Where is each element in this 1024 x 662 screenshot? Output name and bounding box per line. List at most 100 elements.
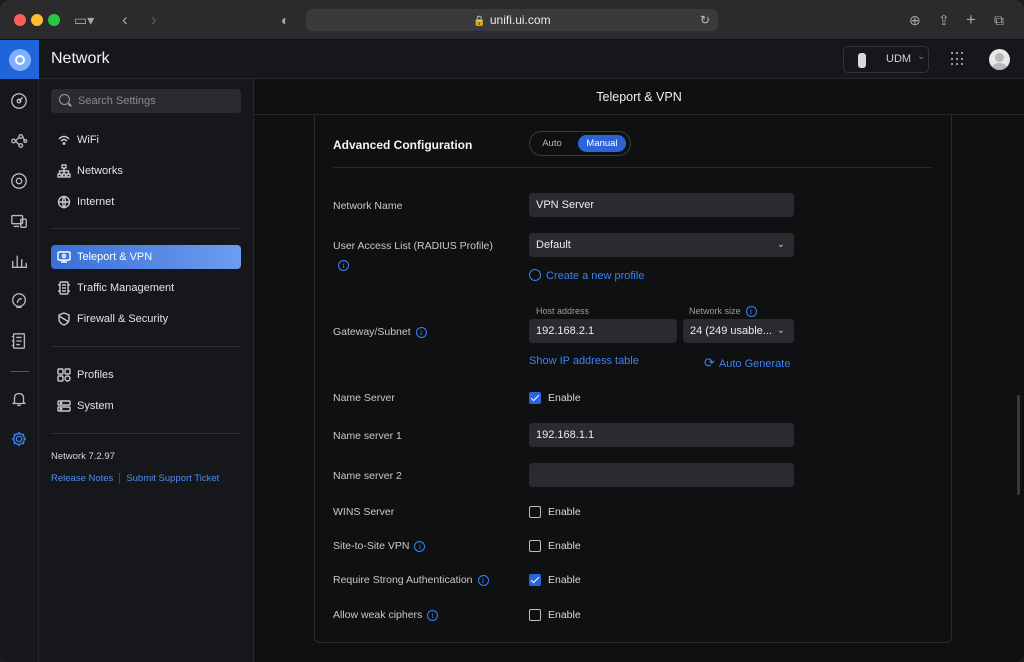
client-devices-icon[interactable] bbox=[9, 211, 29, 231]
icon-rail bbox=[0, 79, 39, 662]
chevron-down-icon: ⌄ bbox=[776, 325, 785, 336]
back-arrow-icon[interactable]: ‹ bbox=[122, 10, 128, 30]
info-icon[interactable]: i bbox=[414, 540, 426, 552]
sidebar-item-profiles[interactable]: Profiles bbox=[51, 363, 241, 387]
reload-icon[interactable]: ↻ bbox=[700, 9, 710, 31]
sidebar-item-label: System bbox=[77, 400, 114, 412]
info-icon[interactable]: i bbox=[427, 609, 439, 621]
mode-manual-option[interactable]: Manual bbox=[578, 135, 626, 152]
release-notes-link[interactable]: Release Notes bbox=[51, 473, 113, 484]
info-icon[interactable]: i bbox=[477, 574, 489, 586]
weak-ciphers-enable-label: Enable bbox=[548, 609, 581, 621]
maximize-window-button[interactable] bbox=[48, 14, 60, 26]
gear-icon[interactable] bbox=[9, 429, 29, 449]
chevron-down-icon: ⌄ bbox=[917, 51, 926, 62]
sidebar-item-system[interactable]: System bbox=[51, 394, 241, 418]
name-server-2-label: Name server 2 bbox=[333, 470, 402, 482]
wifi-icon bbox=[57, 133, 71, 147]
sidebar-item-networks[interactable]: Networks bbox=[51, 159, 241, 183]
wins-server-label: WINS Server bbox=[333, 506, 395, 518]
page-title: Teleport & VPN bbox=[254, 79, 1024, 115]
mode-auto-option[interactable]: Auto bbox=[536, 135, 568, 152]
network-name-label: Network Name bbox=[333, 200, 403, 212]
bell-icon[interactable] bbox=[9, 389, 29, 409]
wins-server-enable-label: Enable bbox=[548, 506, 581, 518]
user-access-select[interactable]: Default ⌄ bbox=[529, 233, 794, 257]
network-name-field[interactable]: VPN Server bbox=[529, 193, 794, 217]
sidebar-item-label: WiFi bbox=[77, 134, 99, 146]
show-ip-table-link[interactable]: Show IP address table bbox=[529, 355, 639, 367]
minimize-window-button[interactable] bbox=[31, 14, 43, 26]
footer-links: Release Notes Submit Support Ticket bbox=[51, 473, 219, 484]
privacy-shield-icon[interactable]: ◐ bbox=[281, 10, 289, 30]
insights-icon[interactable] bbox=[9, 291, 29, 311]
auto-generate-button[interactable]: ⟳ Auto Generate bbox=[704, 355, 790, 371]
device-icon bbox=[858, 53, 866, 68]
forward-arrow-icon[interactable]: › bbox=[151, 10, 157, 30]
url-text: unifi.ui.com bbox=[489, 13, 551, 27]
rail-divider bbox=[10, 371, 29, 372]
new-tab-icon[interactable]: + bbox=[966, 10, 976, 30]
sidebar-item-internet[interactable]: Internet bbox=[51, 190, 241, 214]
networks-icon bbox=[57, 164, 71, 178]
app-window: ▭▾ ‹ › ◐ 🔒 unifi.ui.com ↻ ⊕ ⇪ + ⧉ Network… bbox=[0, 0, 1024, 662]
download-icon[interactable]: ⊕ bbox=[909, 10, 921, 30]
weak-ciphers-checkbox[interactable] bbox=[529, 609, 541, 621]
unifi-logo[interactable] bbox=[0, 40, 39, 79]
sidebar-divider bbox=[51, 433, 241, 434]
info-icon[interactable]: i bbox=[415, 326, 427, 338]
site-to-site-enable-label: Enable bbox=[548, 540, 581, 552]
name-server-checkbox[interactable] bbox=[529, 392, 541, 404]
site-to-site-checkbox[interactable] bbox=[529, 540, 541, 552]
sidebar-item-teleport-vpn[interactable]: Teleport & VPN bbox=[51, 245, 241, 269]
name-server-1-field[interactable]: 192.168.1.1 bbox=[529, 423, 794, 447]
network-size-label: Network size i bbox=[689, 306, 757, 318]
device-selector[interactable]: UDM ⌄ bbox=[843, 46, 929, 73]
sidebar-toggle-icon[interactable]: ▭▾ bbox=[74, 10, 94, 30]
lock-icon: 🔒 bbox=[473, 16, 486, 27]
search-box[interactable] bbox=[51, 89, 241, 113]
sidebar-item-firewall-security[interactable]: Firewall & Security bbox=[51, 307, 241, 331]
sidebar-item-label: Networks bbox=[77, 165, 123, 177]
address-bar[interactable]: 🔒 unifi.ui.com ↻ bbox=[306, 9, 718, 31]
logs-icon[interactable] bbox=[9, 331, 29, 351]
host-address-field[interactable]: 192.168.2.1 bbox=[529, 319, 677, 343]
topology-icon[interactable] bbox=[9, 131, 29, 151]
device-label: UDM bbox=[886, 53, 912, 65]
dashboard-icon[interactable] bbox=[9, 91, 29, 111]
wins-server-checkbox[interactable] bbox=[529, 506, 541, 518]
app-header: Network UDM ⌄ bbox=[0, 40, 1024, 79]
info-icon[interactable]: i bbox=[338, 260, 349, 271]
create-profile-link[interactable]: Create a new profile bbox=[529, 269, 644, 282]
sidebar-item-label: Traffic Management bbox=[77, 282, 175, 294]
sidebar-item-traffic-management[interactable]: Traffic Management bbox=[51, 276, 241, 300]
globe-icon bbox=[57, 195, 71, 209]
sidebar-item-label: Internet bbox=[77, 196, 115, 208]
app-title: Network bbox=[51, 50, 110, 67]
network-size-select[interactable]: 24 (249 usable... ⌄ bbox=[683, 319, 794, 343]
apps-grid-icon[interactable] bbox=[951, 52, 965, 66]
system-icon bbox=[57, 399, 71, 413]
gateway-subnet-label: Gateway/Subnet i bbox=[333, 326, 427, 338]
scrollbar[interactable] bbox=[1017, 395, 1020, 495]
strong-auth-checkbox[interactable] bbox=[529, 574, 541, 586]
close-window-button[interactable] bbox=[14, 14, 26, 26]
search-input[interactable] bbox=[78, 89, 238, 113]
statistics-icon[interactable] bbox=[9, 251, 29, 271]
strong-auth-label: Require Strong Authentication i bbox=[333, 574, 489, 586]
mode-toggle[interactable]: Auto Manual bbox=[529, 131, 631, 156]
user-access-label: User Access List (RADIUS Profile) bbox=[333, 240, 493, 252]
info-icon[interactable]: i bbox=[745, 306, 757, 318]
sidebar-item-wifi[interactable]: WiFi bbox=[51, 128, 241, 152]
section-title: Advanced Configuration bbox=[333, 138, 473, 152]
host-address-label: Host address bbox=[536, 306, 590, 316]
support-ticket-link[interactable]: Submit Support Ticket bbox=[126, 473, 219, 484]
devices-icon[interactable] bbox=[9, 171, 29, 191]
browser-toolbar: ▭▾ ‹ › ◐ 🔒 unifi.ui.com ↻ ⊕ ⇪ + ⧉ bbox=[0, 0, 1024, 40]
tab-overview-icon[interactable]: ⧉ bbox=[994, 10, 1004, 30]
avatar[interactable] bbox=[989, 49, 1010, 70]
name-server-2-field[interactable] bbox=[529, 463, 794, 487]
sidebar-item-label: Firewall & Security bbox=[77, 313, 169, 325]
site-to-site-label: Site-to-Site VPN i bbox=[333, 540, 426, 552]
share-icon[interactable]: ⇪ bbox=[938, 10, 950, 30]
